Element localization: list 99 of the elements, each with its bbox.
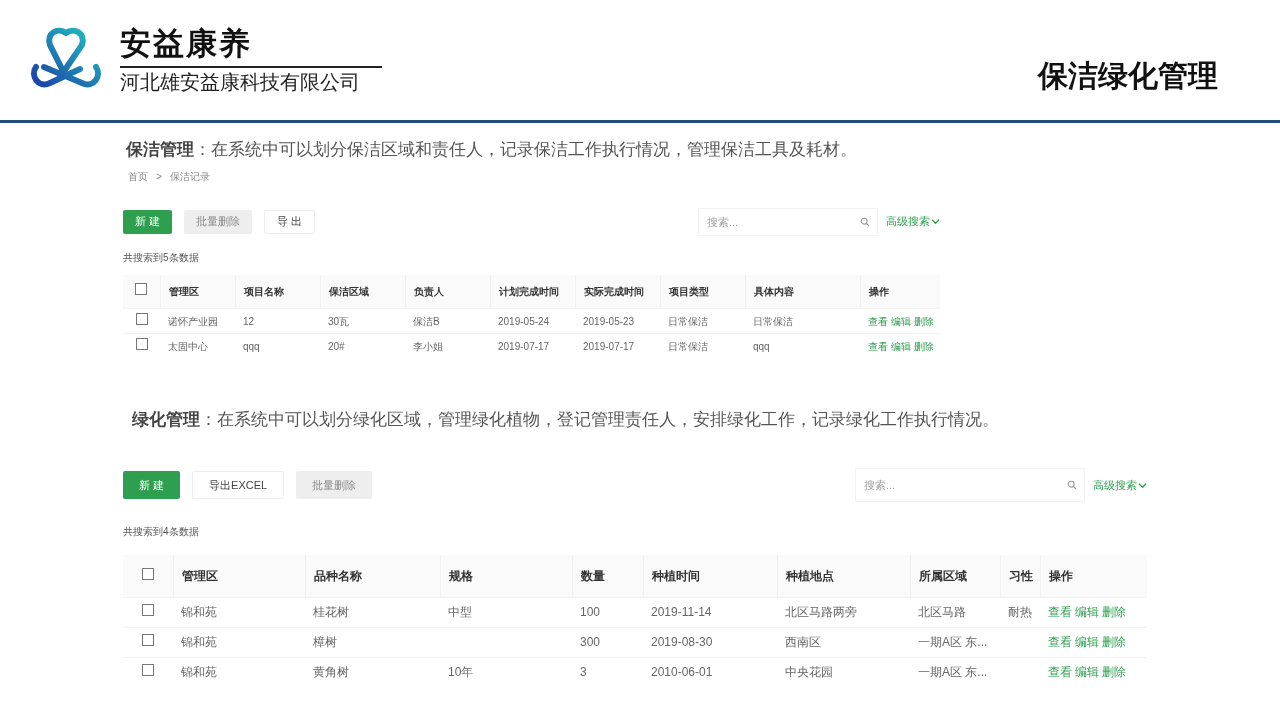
action-link[interactable]: 查看 bbox=[1048, 633, 1072, 651]
column-header: 操作 bbox=[868, 285, 889, 297]
table-cell: 保洁B bbox=[413, 315, 440, 327]
table-cell: 2019-05-24 bbox=[498, 315, 550, 327]
checkbox[interactable] bbox=[135, 338, 148, 351]
table-cell: 北区马路 bbox=[918, 605, 966, 619]
action-link[interactable]: 删除 bbox=[914, 338, 934, 354]
company-name: 河北雄安益康科技有限公司 bbox=[120, 70, 361, 95]
column-header: 种植时间 bbox=[651, 568, 700, 583]
table-cell: 李小姐 bbox=[413, 340, 443, 352]
section-description: 绿化管理：在系统中可以划分绿化区域，管理绿化植物，登记管理责任人，安排绿化工作，记录绿化工作执行情况。 bbox=[132, 409, 999, 429]
table-cell: 10年 bbox=[448, 665, 474, 680]
search-icon bbox=[860, 216, 870, 227]
action-link[interactable]: 编辑 bbox=[1075, 663, 1099, 682]
table-cell: 锦和苑 bbox=[181, 665, 217, 680]
table-cell: 2019-08-30 bbox=[651, 635, 713, 649]
search-icon bbox=[1067, 480, 1077, 490]
checkbox[interactable] bbox=[135, 283, 148, 296]
action-link[interactable]: 删除 bbox=[1102, 663, 1126, 682]
action-link[interactable]: 删除 bbox=[1102, 603, 1126, 621]
table-cell: 2019-07-17 bbox=[498, 340, 550, 352]
table-cell: 樟树 bbox=[313, 635, 337, 649]
checkbox[interactable] bbox=[141, 567, 154, 580]
column-header: 实际完成时间 bbox=[583, 285, 644, 297]
toolbar-button[interactable]: 导出EXCEL bbox=[192, 471, 285, 499]
action-link[interactable]: 编辑 bbox=[891, 313, 911, 329]
action-link[interactable]: 查看 bbox=[1048, 603, 1072, 621]
column-header: 管理区 bbox=[181, 568, 218, 583]
page-title: 保洁绿化管理 bbox=[1038, 57, 1218, 94]
column-header: 负责人 bbox=[413, 285, 444, 297]
table-cell: qqq bbox=[243, 340, 260, 352]
toolbar-button[interactable]: 新 建 bbox=[123, 471, 181, 499]
table-cell: 3 bbox=[580, 665, 587, 680]
table-cell: 桂花树 bbox=[313, 605, 349, 619]
column-header: 种植地点 bbox=[785, 568, 834, 583]
breadcrumb-item[interactable]: 保洁记录 bbox=[169, 168, 210, 184]
checkbox[interactable] bbox=[142, 604, 154, 616]
table-cell: 一期A区 东... bbox=[918, 635, 988, 649]
column-header: 项目名称 bbox=[243, 285, 284, 297]
action-link[interactable]: 查看 bbox=[868, 338, 888, 354]
action-link[interactable]: 删除 bbox=[1102, 633, 1126, 651]
section-description: 保洁管理：在系统中可以划分保洁区域和责任人，记录保洁工作执行情况，管理保洁工具及耗材。 bbox=[126, 140, 857, 159]
table-cell: 2019-11-14 bbox=[651, 605, 712, 619]
advanced-search-link[interactable]: 高级搜索 bbox=[1093, 476, 1147, 494]
table-cell: 一期A区 东... bbox=[918, 665, 988, 680]
table-cell: 2019-07-17 bbox=[583, 340, 635, 352]
table-cell: 30瓦 bbox=[328, 315, 350, 327]
table-cell: 2010-06-01 bbox=[651, 665, 713, 680]
column-header: 计划完成时间 bbox=[498, 285, 559, 297]
table-cell: 太固中心 bbox=[168, 340, 208, 352]
table-cell: 日常保洁 bbox=[668, 340, 708, 352]
checkbox[interactable] bbox=[142, 634, 154, 646]
column-header: 项目类型 bbox=[668, 285, 709, 297]
table-cell: 20# bbox=[328, 340, 345, 352]
table-cell: 日常保洁 bbox=[668, 315, 708, 327]
column-header: 具体内容 bbox=[753, 285, 794, 297]
column-header: 习性 bbox=[1008, 568, 1033, 583]
table-cell: 2019-05-23 bbox=[583, 315, 635, 327]
table-cell: qqq bbox=[753, 340, 770, 352]
breadcrumb-item[interactable]: 首页 bbox=[128, 168, 148, 184]
table-cell: 中型 bbox=[448, 605, 472, 619]
table-cell: 锦和苑 bbox=[181, 635, 217, 649]
result-count: 共搜索到4条数据 bbox=[123, 525, 200, 539]
table-cell: 诺怀产业园 bbox=[168, 315, 218, 327]
table-cell: 北区马路两旁 bbox=[785, 605, 857, 619]
toolbar-button[interactable]: 导 出 bbox=[264, 209, 316, 234]
table-cell: 锦和苑 bbox=[181, 605, 217, 619]
checkbox[interactable] bbox=[135, 313, 148, 325]
column-header: 所属区域 bbox=[918, 568, 967, 583]
table-cell: 12 bbox=[243, 315, 255, 327]
table-cell: 100 bbox=[580, 605, 601, 619]
table-cell: 中央花园 bbox=[785, 665, 833, 680]
checkbox[interactable] bbox=[142, 664, 154, 677]
table-cell: 日常保洁 bbox=[753, 315, 793, 327]
table-cell: 西南区 bbox=[785, 635, 821, 649]
chevron-down-icon bbox=[1138, 480, 1147, 490]
action-link[interactable]: 编辑 bbox=[1075, 633, 1099, 651]
action-link[interactable]: 编辑 bbox=[891, 338, 911, 354]
advanced-search-link[interactable]: 高级搜索 bbox=[886, 213, 940, 230]
table-cell: 耐热 bbox=[1008, 605, 1032, 619]
column-header: 保洁区域 bbox=[328, 285, 369, 297]
action-link[interactable]: 查看 bbox=[868, 313, 888, 329]
chevron-down-icon bbox=[931, 217, 940, 226]
search-field[interactable]: 搜索... bbox=[855, 468, 1085, 502]
action-link[interactable]: 删除 bbox=[914, 313, 934, 329]
search-field[interactable]: 搜索... bbox=[698, 207, 878, 236]
breadcrumb-separator: > bbox=[156, 169, 162, 184]
column-header: 品种名称 bbox=[313, 568, 362, 583]
action-link[interactable]: 查看 bbox=[1048, 663, 1072, 682]
result-count: 共搜索到5条数据 bbox=[123, 250, 200, 265]
column-header: 规格 bbox=[448, 568, 473, 583]
brand-name: 安益康养 bbox=[120, 24, 382, 68]
column-header: 数量 bbox=[580, 568, 605, 583]
column-header: 管理区 bbox=[168, 285, 199, 297]
action-link[interactable]: 编辑 bbox=[1075, 603, 1099, 621]
table-cell: 300 bbox=[580, 635, 601, 649]
toolbar-button[interactable]: 新 建 bbox=[123, 209, 173, 234]
table-cell: 黄角树 bbox=[313, 665, 349, 680]
column-header: 操作 bbox=[1048, 568, 1073, 583]
